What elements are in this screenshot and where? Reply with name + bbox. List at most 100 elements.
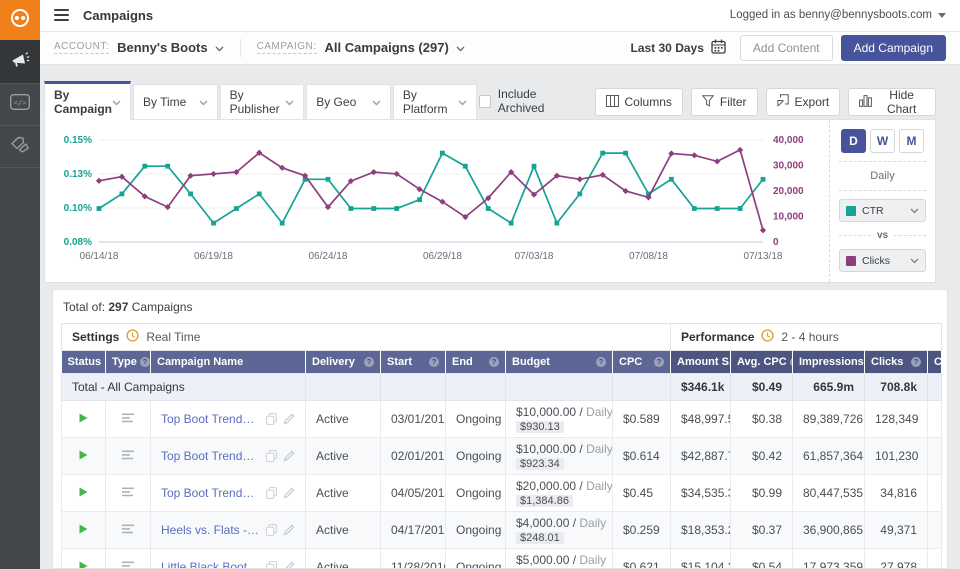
sidebar-item-campaigns[interactable] bbox=[0, 40, 40, 84]
copy-icon[interactable] bbox=[266, 487, 277, 499]
end-cell: Ongoing bbox=[446, 475, 506, 512]
column-header[interactable]: Status bbox=[62, 351, 106, 374]
play-status-icon[interactable] bbox=[79, 413, 88, 423]
tab-by-platform[interactable]: By Platform bbox=[393, 84, 478, 120]
granularity-day-button[interactable]: D bbox=[841, 129, 866, 153]
campaign-selector[interactable]: All Campaigns (297) bbox=[325, 40, 465, 55]
export-button[interactable]: Export bbox=[766, 88, 841, 116]
user-menu[interactable]: Logged in as benny@bennysboots.com bbox=[730, 9, 946, 21]
play-status-icon[interactable] bbox=[79, 524, 88, 534]
column-header[interactable]: C bbox=[928, 351, 942, 374]
campaign-name-link[interactable]: Heels vs. Flats - Mobile bbox=[161, 523, 260, 537]
tab-by-publisher[interactable]: By Publisher bbox=[220, 84, 305, 120]
clicks-cell: 34,816 bbox=[865, 475, 928, 512]
add-content-button[interactable]: Add Content bbox=[740, 35, 833, 61]
metric2-select[interactable]: Clicks bbox=[839, 249, 926, 272]
copy-icon[interactable] bbox=[266, 524, 277, 536]
clock-icon bbox=[761, 329, 774, 345]
settings-section-label: Settings bbox=[72, 330, 119, 344]
copy-icon[interactable] bbox=[266, 561, 277, 569]
granularity-month-button[interactable]: M bbox=[899, 129, 924, 153]
pencil-icon[interactable] bbox=[283, 413, 295, 425]
column-header[interactable]: Delivery? bbox=[306, 351, 381, 374]
tab-label: By Campaign bbox=[54, 88, 112, 116]
help-icon[interactable]: ? bbox=[911, 357, 921, 367]
column-header[interactable]: Clicks? bbox=[865, 351, 928, 374]
campaign-name-link[interactable]: Top Boot Trends - Desktop bbox=[161, 486, 260, 500]
table-header-row: StatusType?Campaign NameDelivery?Start?E… bbox=[62, 351, 942, 374]
tab-by-geo[interactable]: By Geo bbox=[306, 84, 391, 120]
campaign-name-link[interactable]: Top Boot Trends - Mobile bbox=[161, 412, 260, 426]
chevron-down-icon bbox=[910, 255, 919, 267]
pencil-icon[interactable] bbox=[283, 487, 295, 499]
help-icon[interactable]: ? bbox=[429, 357, 439, 367]
column-header[interactable]: Campaign Name bbox=[151, 351, 306, 374]
column-header[interactable]: Amount S...? bbox=[671, 351, 731, 374]
column-header[interactable]: End? bbox=[446, 351, 506, 374]
svg-text:07/13/18: 07/13/18 bbox=[744, 251, 783, 262]
sidebar-item-tags[interactable] bbox=[0, 126, 40, 168]
delivery-cell: Active bbox=[306, 438, 381, 475]
column-header[interactable]: Budget? bbox=[506, 351, 613, 374]
campaign-name-link[interactable]: Top Boot Trends - Tablet bbox=[161, 449, 260, 463]
account-selector[interactable]: Benny's Boots bbox=[117, 40, 224, 55]
performance-chart[interactable]: 0.15%0.13%0.10%0.08%40,00030,00020,00010… bbox=[45, 120, 829, 282]
help-icon[interactable]: ? bbox=[364, 357, 374, 367]
column-header[interactable]: Start? bbox=[381, 351, 446, 374]
brand-logo[interactable] bbox=[0, 0, 40, 40]
help-icon[interactable]: ? bbox=[140, 357, 150, 367]
copy-icon[interactable] bbox=[266, 413, 277, 425]
cpc-cell: $0.621 bbox=[613, 549, 671, 569]
avg-cpc-cell: $0.54 bbox=[731, 549, 793, 569]
hide-chart-button[interactable]: Hide Chart bbox=[848, 88, 936, 116]
column-header[interactable]: Impressions? bbox=[793, 351, 865, 374]
app-root: </> Campaigns Logged in as benny@bennysb… bbox=[0, 0, 960, 569]
delivery-cell: Active bbox=[306, 512, 381, 549]
pencil-icon[interactable] bbox=[283, 450, 295, 462]
help-icon[interactable]: ? bbox=[654, 357, 664, 367]
hide-chart-label: Hide Chart bbox=[878, 88, 925, 116]
tab-by-campaign[interactable]: By Campaign bbox=[44, 81, 131, 120]
play-status-icon[interactable] bbox=[79, 487, 88, 497]
table-row: Little Black Boots - Desktop Active 11/2… bbox=[62, 549, 942, 569]
campaign-label: CAMPAIGN: bbox=[257, 41, 317, 54]
play-status-icon[interactable] bbox=[79, 561, 88, 569]
start-cell: 04/05/2017 bbox=[381, 475, 446, 512]
filter-button[interactable]: Filter bbox=[691, 88, 758, 116]
campaigns-table-panel: Total of: 297 Campaigns SettingsReal Tim… bbox=[52, 289, 948, 569]
granularity-week-button[interactable]: W bbox=[870, 129, 895, 153]
status-cell bbox=[62, 438, 106, 475]
ctr-swatch-icon bbox=[846, 206, 856, 216]
help-icon[interactable]: ? bbox=[489, 357, 499, 367]
clock-icon bbox=[126, 329, 139, 345]
play-status-icon[interactable] bbox=[79, 450, 88, 460]
account-value: Benny's Boots bbox=[117, 40, 208, 55]
hamburger-menu-icon[interactable] bbox=[54, 9, 69, 21]
table-row: Top Boot Trends - Tablet Active 02/01/20… bbox=[62, 438, 942, 475]
delivery-cell: Active bbox=[306, 401, 381, 438]
tab-by-time[interactable]: By Time bbox=[133, 84, 218, 120]
main-area: Campaigns Logged in as benny@bennysboots… bbox=[40, 0, 960, 569]
add-campaign-button[interactable]: Add Campaign bbox=[841, 35, 946, 61]
campaign-name-link[interactable]: Little Black Boots - Desktop bbox=[161, 560, 260, 569]
pencil-icon[interactable] bbox=[283, 524, 295, 536]
column-header[interactable]: CPC? bbox=[613, 351, 671, 374]
svg-text:0.13%: 0.13% bbox=[64, 169, 92, 180]
column-header[interactable]: Type? bbox=[106, 351, 151, 374]
pencil-icon[interactable] bbox=[283, 561, 295, 569]
help-icon[interactable]: ? bbox=[596, 357, 606, 367]
sidebar: </> bbox=[0, 0, 40, 569]
column-header[interactable]: Avg. CPC? bbox=[731, 351, 793, 374]
type-icon bbox=[121, 487, 135, 497]
svg-text:06/14/18: 06/14/18 bbox=[80, 251, 119, 262]
date-range-picker[interactable]: Last 30 Days bbox=[631, 39, 726, 57]
total-count: 297 bbox=[108, 300, 128, 314]
sidebar-item-code[interactable]: </> bbox=[0, 84, 40, 126]
copy-icon[interactable] bbox=[266, 450, 277, 462]
metric1-select[interactable]: CTR bbox=[839, 199, 926, 222]
columns-button[interactable]: Columns bbox=[595, 88, 683, 116]
budget-spent-chip: $1,384.86 bbox=[516, 495, 573, 507]
include-archived-checkbox[interactable]: Include Archived bbox=[479, 87, 572, 115]
amount-spent-cell: $15,104.38 bbox=[671, 549, 731, 569]
svg-text:30,000: 30,000 bbox=[773, 161, 804, 172]
